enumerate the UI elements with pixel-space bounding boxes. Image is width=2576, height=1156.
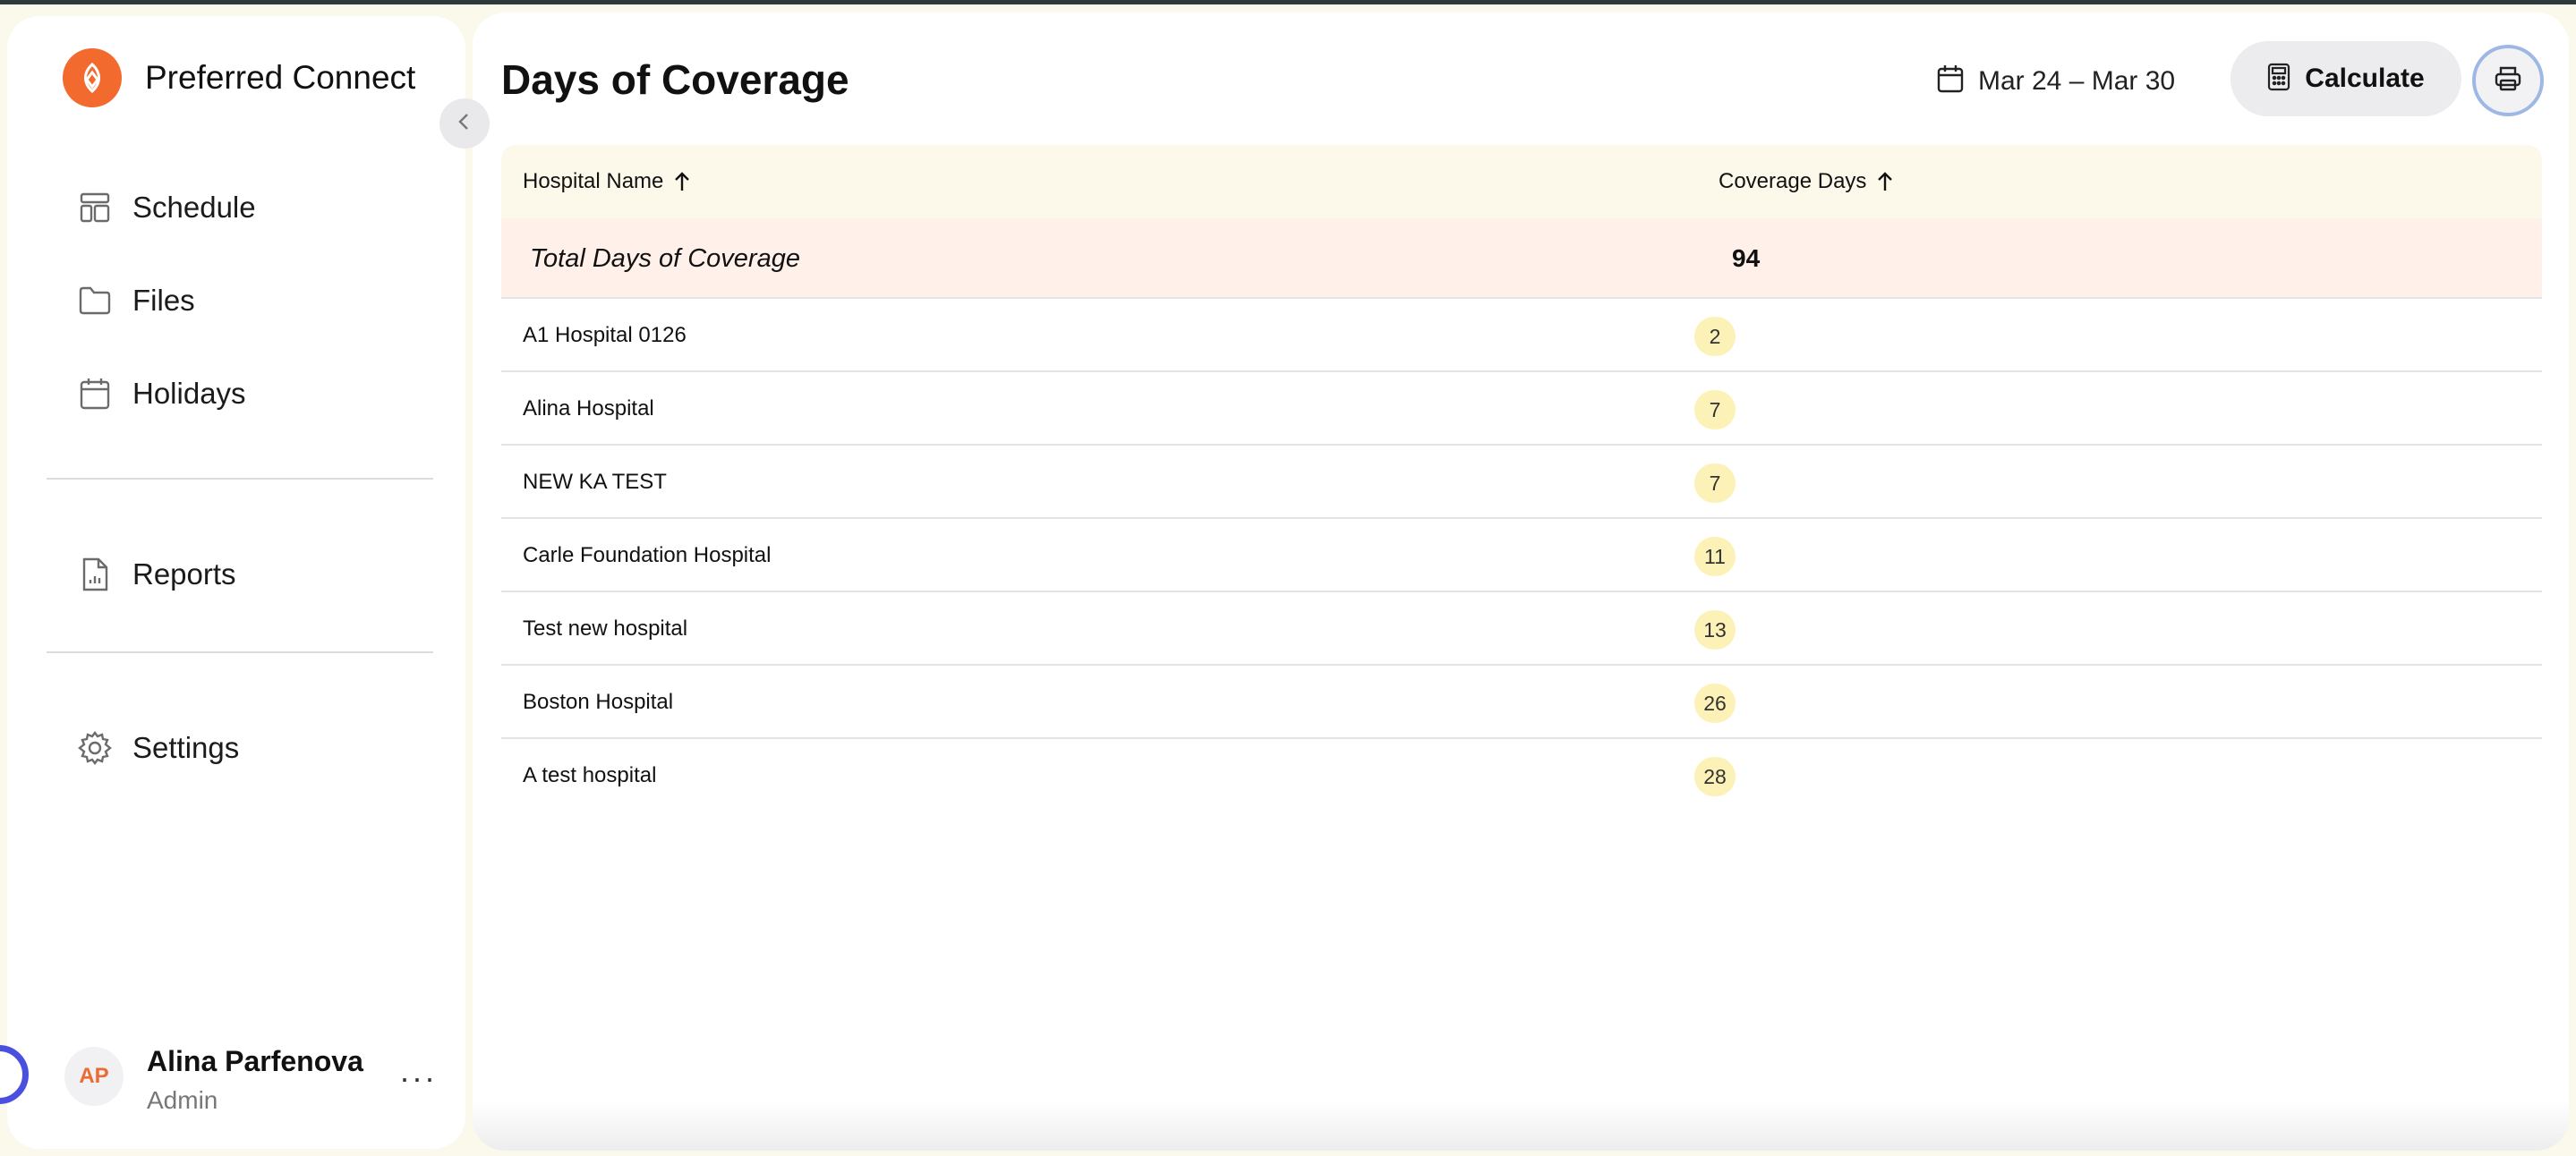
user-name: Alina Parfenova: [147, 1045, 363, 1077]
sort-arrow-up-icon: [674, 171, 690, 192]
hospital-name: Test new hospital: [523, 616, 688, 641]
hospital-name: Carle Foundation Hospital: [523, 543, 772, 567]
page-title: Days of Coverage: [501, 56, 849, 103]
table-row[interactable]: A test hospital 28: [501, 739, 2542, 812]
calendar-icon: [1937, 64, 1964, 98]
print-button[interactable]: [2472, 45, 2544, 116]
hospital-name: Boston Hospital: [523, 690, 674, 714]
collapse-sidebar-button[interactable]: [439, 98, 490, 149]
folder-icon: [73, 279, 116, 322]
hospital-name: Alina Hospital: [523, 396, 654, 421]
gear-icon: [73, 727, 116, 769]
calculate-button[interactable]: Calculate: [2231, 41, 2461, 116]
sidebar-item-label: Schedule: [132, 191, 256, 224]
hospital-name: NEW KA TEST: [523, 470, 667, 494]
sidebar-item-holidays[interactable]: Holidays: [73, 367, 246, 421]
date-range-label: Mar 24 – Mar 30: [1978, 65, 2176, 96]
sidebar-item-settings[interactable]: Settings: [73, 721, 239, 775]
table-row[interactable]: Boston Hospital 26: [501, 666, 2542, 739]
calculate-button-label: Calculate: [2305, 64, 2425, 93]
brand-logo-icon: [63, 48, 122, 107]
total-row: Total Days of Coverage 94: [501, 218, 2542, 299]
main-panel: Days of Coverage Mar 24 – Mar 30 Calcula…: [473, 13, 2569, 1151]
table-row[interactable]: Test new hospital 13: [501, 592, 2542, 666]
total-label: Total Days of Coverage: [530, 243, 800, 273]
sidebar: Preferred Connect Schedule Files Holiday…: [7, 16, 465, 1149]
coverage-days-badge: 13: [1694, 610, 1736, 650]
window-top-edge: [0, 0, 2576, 4]
table-row[interactable]: Carle Foundation Hospital 11: [501, 519, 2542, 592]
calculator-icon: [2267, 63, 2290, 96]
sidebar-divider: [47, 478, 433, 480]
sidebar-item-schedule[interactable]: Schedule: [73, 181, 256, 234]
printer-icon: [2494, 65, 2522, 97]
chevron-left-icon: [455, 112, 474, 136]
brand-name: Preferred Connect: [145, 59, 416, 96]
coverage-days-badge: 11: [1694, 537, 1736, 576]
sort-arrow-up-icon: [1877, 171, 1893, 192]
coverage-days-badge: 7: [1694, 463, 1736, 503]
coverage-days-badge: 26: [1694, 684, 1736, 723]
column-header-hospital-name[interactable]: Hospital Name: [523, 145, 690, 218]
calendar-icon: [73, 372, 116, 415]
sidebar-item-label: Files: [132, 284, 195, 317]
coverage-table: Hospital Name Coverage Days Total Days o…: [501, 145, 2542, 812]
sidebar-divider: [47, 651, 433, 653]
coverage-days-badge: 28: [1694, 757, 1736, 796]
bottom-shadow: [473, 1101, 2569, 1151]
table-row[interactable]: NEW KA TEST 7: [501, 446, 2542, 519]
sidebar-item-label: Holidays: [132, 377, 246, 410]
sidebar-item-label: Reports: [132, 557, 236, 591]
coverage-days-badge: 7: [1694, 390, 1736, 429]
table-row[interactable]: A1 Hospital 0126 2: [501, 299, 2542, 372]
report-file-icon: [73, 553, 116, 596]
hospital-name: A1 Hospital 0126: [523, 323, 687, 347]
hospital-name: A test hospital: [523, 763, 657, 787]
layout-icon: [73, 186, 116, 229]
column-header-coverage-days[interactable]: Coverage Days: [1719, 145, 1893, 218]
avatar: AP: [64, 1047, 124, 1106]
brand[interactable]: Preferred Connect: [63, 48, 415, 107]
table-header: Hospital Name Coverage Days: [501, 145, 2542, 218]
user-role: Admin: [147, 1086, 218, 1114]
more-options-icon[interactable]: ···: [399, 1059, 437, 1097]
sidebar-item-label: Settings: [132, 731, 240, 764]
total-value: 94: [1732, 244, 1761, 272]
date-range-picker[interactable]: Mar 24 – Mar 30: [1937, 64, 2175, 98]
sidebar-item-files[interactable]: Files: [73, 274, 195, 327]
table-row[interactable]: Alina Hospital 7: [501, 372, 2542, 446]
sidebar-item-reports[interactable]: Reports: [73, 548, 236, 601]
user-profile[interactable]: AP Alina Parfenova Admin ···: [59, 1045, 453, 1135]
coverage-days-badge: 2: [1694, 317, 1736, 356]
